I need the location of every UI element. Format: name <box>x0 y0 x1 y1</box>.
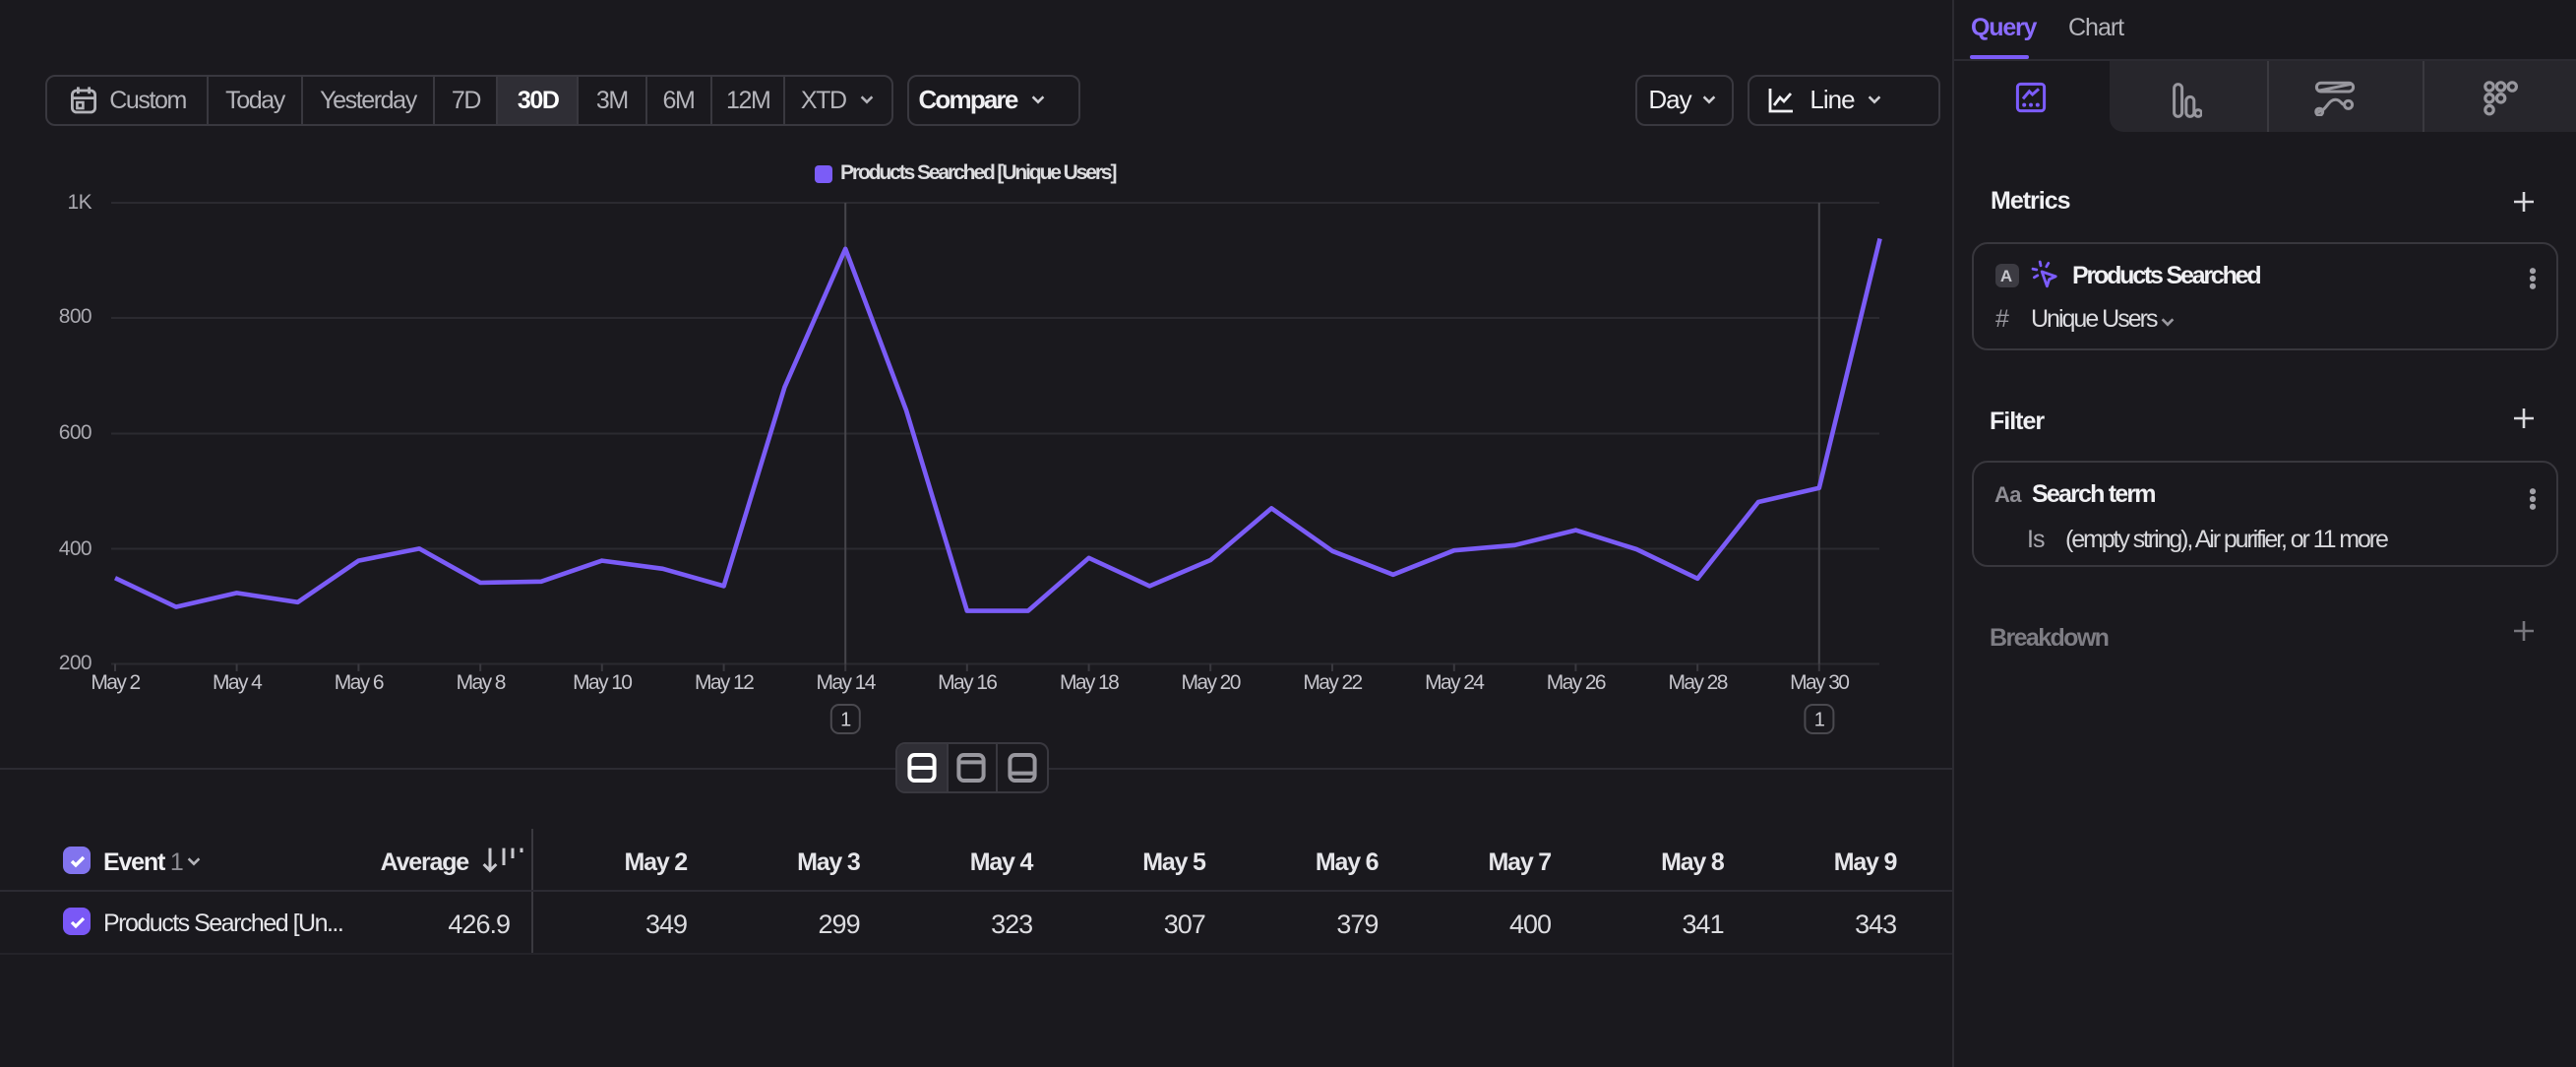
svg-text:1: 1 <box>1814 710 1825 731</box>
svg-text:1: 1 <box>840 710 851 731</box>
